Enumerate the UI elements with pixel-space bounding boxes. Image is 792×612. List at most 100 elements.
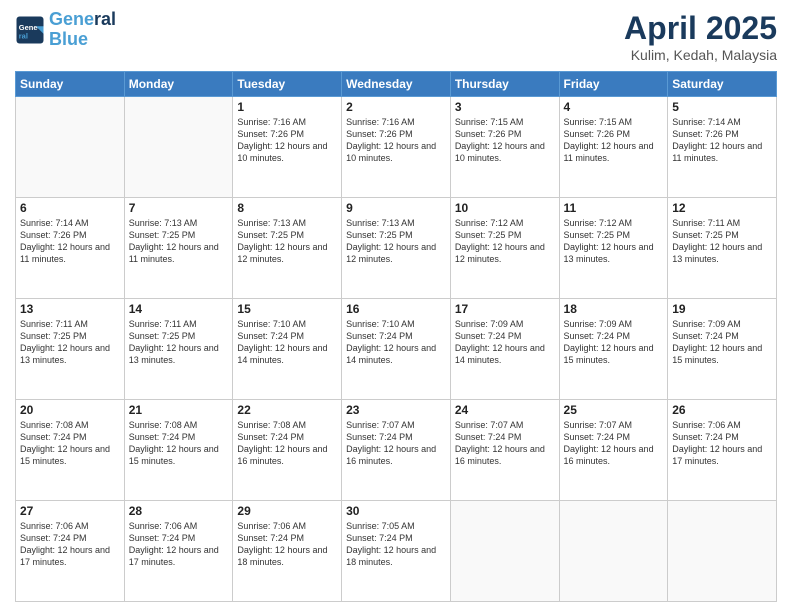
day-info: Sunrise: 7:15 AM Sunset: 7:26 PM Dayligh…	[455, 116, 555, 165]
calendar-cell: 22Sunrise: 7:08 AM Sunset: 7:24 PM Dayli…	[233, 400, 342, 501]
day-number: 3	[455, 100, 555, 114]
day-number: 22	[237, 403, 337, 417]
page: Gene- ral GeneralBlue April 2025 Kulim, …	[0, 0, 792, 612]
day-number: 27	[20, 504, 120, 518]
day-number: 11	[564, 201, 664, 215]
day-number: 4	[564, 100, 664, 114]
day-info: Sunrise: 7:11 AM Sunset: 7:25 PM Dayligh…	[672, 217, 772, 266]
calendar-week-row: 1 Sunrise: 7:16 AM Sunset: 7:26 PM Daylig…	[16, 97, 777, 198]
day-number: 12	[672, 201, 772, 215]
calendar-day-header: Friday	[559, 72, 668, 97]
day-number: 29	[237, 504, 337, 518]
calendar-cell: 1Sunrise: 7:16 AM Sunset: 7:26 PM Daylig…	[233, 97, 342, 198]
calendar-table: SundayMondayTuesdayWednesdayThursdayFrid…	[15, 71, 777, 602]
day-number: 16	[346, 302, 446, 316]
calendar-cell: 3 Sunrise: 7:15 AM Sunset: 7:26 PM Daylig…	[450, 97, 559, 198]
day-info: Sunrise: 7:13 AM Sunset: 7:25 PM Dayligh…	[346, 217, 446, 266]
day-info: Sunrise: 7:09 AM Sunset: 7:24 PM Dayligh…	[672, 318, 772, 367]
main-title: April 2025	[624, 10, 777, 47]
day-number: 21	[129, 403, 229, 417]
day-info: Sunrise: 7:07 AM Sunset: 7:24 PM Dayligh…	[564, 419, 664, 468]
calendar-cell	[450, 501, 559, 602]
logo: Gene- ral GeneralBlue	[15, 10, 116, 50]
logo-icon: Gene- ral	[15, 15, 45, 45]
day-number: 26	[672, 403, 772, 417]
day-number: 30	[346, 504, 446, 518]
day-info: Sunrise: 7:06 AM Sunset: 7:24 PM Dayligh…	[20, 520, 120, 569]
day-number: 1	[237, 100, 337, 114]
day-info: Sunrise: 7:10 AM Sunset: 7:24 PM Dayligh…	[237, 318, 337, 367]
day-number: 9	[346, 201, 446, 215]
day-number: 18	[564, 302, 664, 316]
calendar-cell: 2 Sunrise: 7:16 AM Sunset: 7:26 PM Daylig…	[342, 97, 451, 198]
calendar-cell: 20Sunrise: 7:08 AM Sunset: 7:24 PM Dayli…	[16, 400, 125, 501]
day-info: Sunrise: 7:07 AM Sunset: 7:24 PM Dayligh…	[455, 419, 555, 468]
day-info: Sunrise: 7:15 AM Sunset: 7:26 PM Dayligh…	[564, 116, 664, 165]
day-number: 20	[20, 403, 120, 417]
calendar-cell: 16Sunrise: 7:10 AM Sunset: 7:24 PM Dayli…	[342, 299, 451, 400]
calendar-cell: 7Sunrise: 7:13 AM Sunset: 7:25 PM Daylig…	[124, 198, 233, 299]
calendar-cell	[124, 97, 233, 198]
calendar-cell: 15 Sunrise: 7:10 AM Sunset: 7:24 PM Dayli…	[233, 299, 342, 400]
calendar-cell: 10Sunrise: 7:12 AM Sunset: 7:25 PM Dayli…	[450, 198, 559, 299]
calendar-cell: 4 Sunrise: 7:15 AM Sunset: 7:26 PM Daylig…	[559, 97, 668, 198]
day-number: 13	[20, 302, 120, 316]
day-info: Sunrise: 7:13 AM Sunset: 7:25 PM Dayligh…	[237, 217, 337, 266]
calendar-header-row: SundayMondayTuesdayWednesdayThursdayFrid…	[16, 72, 777, 97]
calendar-cell: 13 Sunrise: 7:11 AM Sunset: 7:25 PM Dayli…	[16, 299, 125, 400]
day-info: Sunrise: 7:14 AM Sunset: 7:26 PM Dayligh…	[20, 217, 120, 266]
calendar-cell: 23 Sunrise: 7:07 AM Sunset: 7:24 PM Dayli…	[342, 400, 451, 501]
day-number: 24	[455, 403, 555, 417]
calendar-cell: 17 Sunrise: 7:09 AM Sunset: 7:24 PM Dayli…	[450, 299, 559, 400]
calendar-week-row: 6Sunrise: 7:14 AM Sunset: 7:26 PM Daylig…	[16, 198, 777, 299]
header: Gene- ral GeneralBlue April 2025 Kulim, …	[15, 10, 777, 63]
calendar-cell	[559, 501, 668, 602]
day-number: 2	[346, 100, 446, 114]
day-info: Sunrise: 7:05 AM Sunset: 7:24 PM Dayligh…	[346, 520, 446, 569]
calendar-day-header: Thursday	[450, 72, 559, 97]
calendar-cell: 11 Sunrise: 7:12 AM Sunset: 7:25 PM Dayli…	[559, 198, 668, 299]
calendar-cell: 29 Sunrise: 7:06 AM Sunset: 7:24 PM Dayli…	[233, 501, 342, 602]
day-info: Sunrise: 7:08 AM Sunset: 7:24 PM Dayligh…	[129, 419, 229, 468]
calendar-cell: 21 Sunrise: 7:08 AM Sunset: 7:24 PM Dayli…	[124, 400, 233, 501]
day-number: 17	[455, 302, 555, 316]
day-info: Sunrise: 7:06 AM Sunset: 7:24 PM Dayligh…	[129, 520, 229, 569]
calendar-week-row: 13 Sunrise: 7:11 AM Sunset: 7:25 PM Dayli…	[16, 299, 777, 400]
calendar-day-header: Tuesday	[233, 72, 342, 97]
calendar-cell: 6Sunrise: 7:14 AM Sunset: 7:26 PM Daylig…	[16, 198, 125, 299]
day-info: Sunrise: 7:11 AM Sunset: 7:25 PM Dayligh…	[20, 318, 120, 367]
calendar-day-header: Sunday	[16, 72, 125, 97]
calendar-cell: 14Sunrise: 7:11 AM Sunset: 7:25 PM Dayli…	[124, 299, 233, 400]
calendar-cell: 8Sunrise: 7:13 AM Sunset: 7:25 PM Daylig…	[233, 198, 342, 299]
day-number: 14	[129, 302, 229, 316]
calendar-cell: 24 Sunrise: 7:07 AM Sunset: 7:24 PM Dayli…	[450, 400, 559, 501]
day-info: Sunrise: 7:07 AM Sunset: 7:24 PM Dayligh…	[346, 419, 446, 468]
calendar-cell: 19 Sunrise: 7:09 AM Sunset: 7:24 PM Dayli…	[668, 299, 777, 400]
calendar-cell: 28 Sunrise: 7:06 AM Sunset: 7:24 PM Dayli…	[124, 501, 233, 602]
day-number: 15	[237, 302, 337, 316]
day-info: Sunrise: 7:12 AM Sunset: 7:25 PM Dayligh…	[455, 217, 555, 266]
calendar-cell: 27 Sunrise: 7:06 AM Sunset: 7:24 PM Dayli…	[16, 501, 125, 602]
calendar-cell: 9 Sunrise: 7:13 AM Sunset: 7:25 PM Daylig…	[342, 198, 451, 299]
day-info: Sunrise: 7:06 AM Sunset: 7:24 PM Dayligh…	[237, 520, 337, 569]
calendar-day-header: Wednesday	[342, 72, 451, 97]
day-info: Sunrise: 7:09 AM Sunset: 7:24 PM Dayligh…	[564, 318, 664, 367]
calendar-week-row: 20 Sunrise: 7:08 AM Sunset: 7:24 PM Dayli…	[16, 400, 777, 501]
calendar-cell: 30 Sunrise: 7:05 AM Sunset: 7:24 PM Dayli…	[342, 501, 451, 602]
title-block: April 2025 Kulim, Kedah, Malaysia	[624, 10, 777, 63]
day-number: 19	[672, 302, 772, 316]
calendar-week-row: 27 Sunrise: 7:06 AM Sunset: 7:24 PM Dayli…	[16, 501, 777, 602]
day-info: Sunrise: 7:12 AM Sunset: 7:25 PM Dayligh…	[564, 217, 664, 266]
calendar-cell	[16, 97, 125, 198]
day-info: Sunrise: 7:09 AM Sunset: 7:24 PM Dayligh…	[455, 318, 555, 367]
calendar-cell: 26 Sunrise: 7:06 AM Sunset: 7:24 PM Dayli…	[668, 400, 777, 501]
day-number: 25	[564, 403, 664, 417]
day-info: Sunrise: 7:06 AM Sunset: 7:24 PM Dayligh…	[672, 419, 772, 468]
calendar-cell: 12 Sunrise: 7:11 AM Sunset: 7:25 PM Dayli…	[668, 198, 777, 299]
day-info: Sunrise: 7:16 AM Sunset: 7:26 PM Dayligh…	[346, 116, 446, 165]
svg-text:ral: ral	[19, 31, 28, 40]
day-number: 28	[129, 504, 229, 518]
day-info: Sunrise: 7:14 AM Sunset: 7:26 PM Dayligh…	[672, 116, 772, 165]
day-number: 23	[346, 403, 446, 417]
calendar-cell	[668, 501, 777, 602]
